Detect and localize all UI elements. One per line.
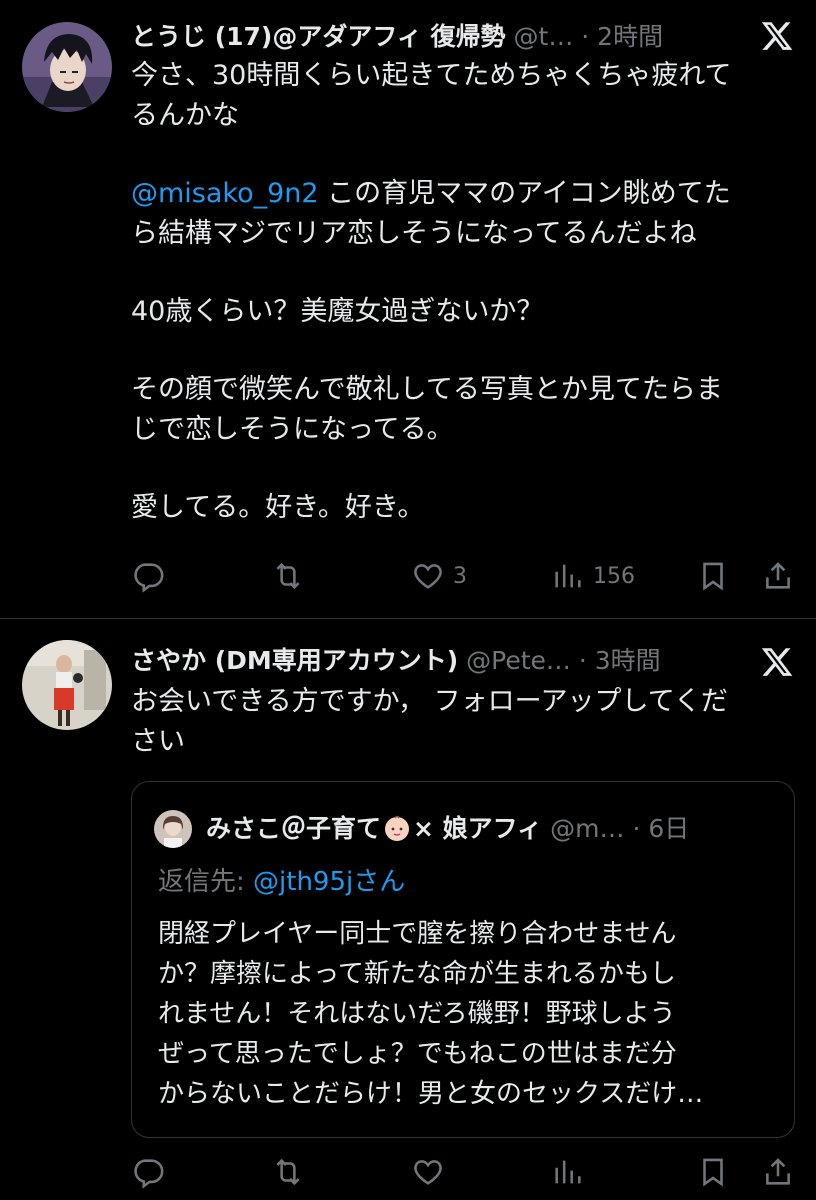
- timestamp[interactable]: · 3時間: [579, 646, 661, 675]
- share-button[interactable]: [761, 1152, 795, 1192]
- view-count: 156: [593, 563, 635, 589]
- reply-button[interactable]: [131, 1152, 165, 1192]
- text-line: 閉経プレイヤー同士で膣を擦り合わせません: [158, 919, 677, 949]
- tweet[interactable]: さやか (DM専用アカウント) @Pete… · 3時間 お会いできる方ですか，…: [0, 618, 816, 1200]
- text-line: @misako_9n2 この育児ママのアイコン眺めてた: [131, 178, 731, 209]
- action-bar: [131, 1152, 796, 1192]
- mention-link[interactable]: @misako_9n2: [131, 178, 319, 209]
- anime-avatar-icon[interactable]: [22, 22, 112, 112]
- bookmark-button[interactable]: [696, 1152, 730, 1192]
- retweet-button[interactable]: [271, 1152, 305, 1192]
- share-button[interactable]: [761, 556, 795, 596]
- views-button[interactable]: [551, 1152, 585, 1192]
- author-handle[interactable]: @t…: [514, 22, 574, 51]
- like-count: 3: [453, 563, 467, 589]
- tweet-text: 今さ、30時間くらい起きてためちゃくちゃ疲れて るんかな @misako_9n2…: [131, 56, 791, 528]
- retweet-icon: [276, 562, 300, 590]
- quote-author-name[interactable]: みさこ＠子育て: [206, 814, 381, 843]
- like-icon: [414, 1160, 442, 1185]
- reply-context: 返信先: @jth95jさん: [158, 862, 405, 902]
- quote-text: 閉経プレイヤー同士で膣を擦り合わせません か？摩擦によって新たな命が生まれるかも…: [158, 914, 778, 1114]
- like-button[interactable]: 3: [411, 556, 467, 596]
- text-line: ら結構マジでリア恋しそうになってるんだよね: [131, 218, 697, 249]
- retweet-icon: [276, 1158, 300, 1186]
- views-icon: [555, 1160, 581, 1184]
- quoted-tweet[interactable]: みさこ＠子育て × 娘アフィ @m… · 6日 返信先: @jth95jさん 閉経…: [131, 781, 795, 1138]
- reply-to-link[interactable]: @jth95jさん: [253, 867, 405, 897]
- tweet-header: さやか (DM専用アカウント) @Pete… · 3時間: [131, 641, 746, 681]
- bookmark-icon: [703, 1158, 723, 1187]
- quote-avatar-icon[interactable]: [154, 810, 192, 848]
- timestamp[interactable]: · 2時間: [581, 22, 663, 51]
- like-button[interactable]: [411, 1152, 445, 1192]
- photo-avatar-icon[interactable]: [22, 640, 112, 730]
- text-line: さい: [131, 726, 185, 757]
- quote-author-handle[interactable]: @m…: [550, 814, 624, 843]
- text-line: からないことだらけ！男と女のセックスだけ…: [158, 1079, 704, 1109]
- views-button[interactable]: 156: [551, 556, 635, 596]
- reply-prefix: 返信先:: [158, 867, 254, 897]
- text-line: 40歳くらい？美魔女過ぎないか？: [131, 296, 544, 327]
- author-handle[interactable]: @Pete…: [466, 646, 571, 675]
- x-logo-icon: [760, 19, 794, 53]
- views-icon: [555, 564, 581, 588]
- reply-button[interactable]: [131, 556, 165, 596]
- text-line: るんかな: [131, 100, 239, 131]
- author-name[interactable]: とうじ (17)@アダアフィ 復帰勢: [131, 22, 506, 51]
- action-bar: 3 156: [131, 556, 796, 596]
- like-icon: [414, 564, 442, 589]
- text-line: お会いできる方ですか， フォローアップしてくだ: [131, 686, 728, 717]
- share-icon: [766, 562, 790, 589]
- text-line: じで恋しそうになってる。: [131, 414, 454, 445]
- quote-timestamp[interactable]: · 6日: [632, 814, 689, 843]
- reply-icon: [134, 1159, 164, 1189]
- text-line: ぜって思ったでしょ？でもねこの世はまだ分: [158, 1039, 677, 1069]
- quote-author-name-suffix[interactable]: × 娘アフィ: [413, 814, 542, 843]
- retweet-button[interactable]: [271, 556, 305, 596]
- text-line: 今さ、30時間くらい起きてためちゃくちゃ疲れて: [131, 60, 732, 91]
- bookmark-icon: [703, 562, 723, 591]
- baby-emoji-icon: [385, 815, 410, 841]
- text-line: 愛してる。好き。好き。: [131, 492, 425, 523]
- tweet-header: とうじ (17)@アダアフィ 復帰勢 @t… · 2時間: [131, 17, 746, 57]
- bookmark-button[interactable]: [696, 556, 730, 596]
- reply-icon: [134, 563, 164, 593]
- quote-header: みさこ＠子育て × 娘アフィ @m… · 6日: [206, 809, 764, 849]
- share-icon: [766, 1158, 790, 1185]
- text-line: その顔で微笑んで敬礼してる写真とか見てたらま: [131, 374, 723, 405]
- text-line: か？摩擦によって新たな命が生まれるかもし: [158, 959, 676, 989]
- author-name[interactable]: さやか (DM専用アカウント): [131, 646, 458, 675]
- tweet-text: お会いできる方ですか， フォローアップしてくだ さい: [131, 682, 791, 762]
- x-logo-icon: [760, 645, 794, 679]
- text-line: れません！それはないだろ磯野！野球しよう: [158, 999, 676, 1029]
- tweet[interactable]: とうじ (17)@アダアフィ 復帰勢 @t… · 2時間 今さ、30時間くらい起…: [0, 0, 816, 618]
